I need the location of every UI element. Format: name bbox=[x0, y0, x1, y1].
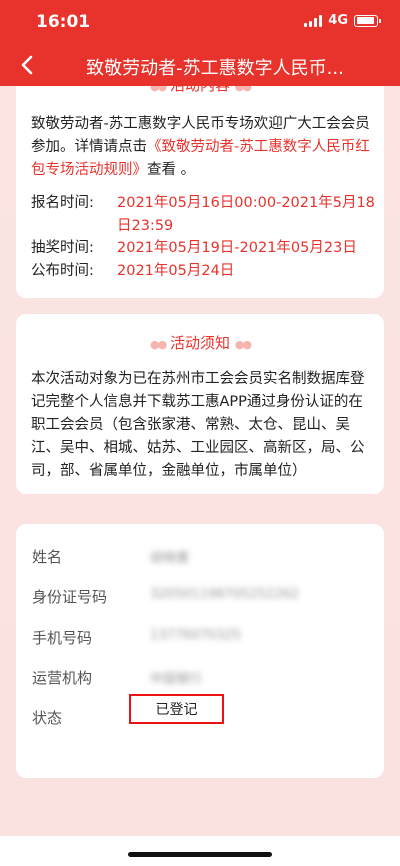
page-title: 致敬劳动者-苏工惠数字人民币... bbox=[86, 58, 344, 79]
user-info-card: 姓名 胡晓蕾 身份证号码 320501198705252262 手机号码 137… bbox=[16, 524, 384, 778]
heading-dots-right-icon: ●● bbox=[234, 338, 252, 351]
lottery-time-row: 抽奖时间: 2021年05月19日-2021年05月23日 bbox=[31, 237, 378, 260]
status-time: 16:01 bbox=[36, 12, 91, 32]
back-button[interactable] bbox=[10, 48, 44, 82]
signup-time-row: 报名时间: 2021年05月16日00:00-2021年5月18日23:59 bbox=[31, 192, 378, 238]
status-label: 状态 bbox=[32, 709, 63, 727]
id-number-label: 身份证号码 bbox=[32, 588, 108, 606]
phone-value: 13776070325 bbox=[150, 628, 241, 643]
announce-time-row: 公布时间: 2021年05月24日 bbox=[31, 260, 378, 283]
name-label: 姓名 bbox=[32, 548, 63, 566]
home-area bbox=[0, 836, 400, 866]
name-row: 姓名 胡晓蕾 bbox=[32, 546, 374, 566]
announce-time-label: 公布时间: bbox=[31, 263, 94, 279]
heading-dots-left-icon: ●● bbox=[150, 86, 167, 93]
status-badge: 已登记 bbox=[129, 694, 224, 724]
lottery-time-value: 2021年05月19日-2021年05月23日 bbox=[117, 240, 357, 256]
name-value: 胡晓蕾 bbox=[150, 551, 190, 566]
chevron-left-icon bbox=[21, 55, 33, 75]
status-bar: 16:01 4G bbox=[0, 0, 400, 44]
phone-row: 手机号码 13776070325 bbox=[32, 627, 374, 647]
signal-icon bbox=[304, 14, 323, 27]
activity-notice-text: 本次活动对象为已在苏州市工会会员实名制数据库登记完整个人信息并下载苏工惠APP通… bbox=[31, 371, 365, 479]
activity-notice-card: ●● 活动须知 ●● 本次活动对象为已在苏州市工会会员实名制数据库登记完整个人信… bbox=[16, 314, 384, 494]
signup-time-label: 报名时间: bbox=[31, 195, 94, 211]
phone-label: 手机号码 bbox=[32, 629, 93, 647]
activity-intro: 致敬劳动者-苏工惠数字人民币专场欢迎广大工会会员参加。详情请点击《致敬劳动者-苏… bbox=[31, 113, 374, 182]
intro-suffix: 查看 。 bbox=[147, 162, 196, 178]
content-area[interactable]: ●● 活动内容 ●● 致敬劳动者-苏工惠数字人民币专场欢迎广大工会会员参加。详情… bbox=[0, 86, 400, 836]
operator-value: 中国银行 bbox=[150, 672, 203, 687]
network-type: 4G bbox=[328, 13, 348, 28]
id-number-row: 身份证号码 320501198705252262 bbox=[32, 586, 374, 606]
id-number-value: 320501198705252262 bbox=[150, 587, 299, 602]
battery-icon bbox=[354, 14, 381, 27]
operator-label: 运营机构 bbox=[32, 669, 93, 687]
status-row: 状态 已登记 bbox=[32, 694, 374, 727]
status-indicators: 4G bbox=[304, 13, 381, 28]
lottery-time-label: 抽奖时间: bbox=[31, 240, 94, 256]
activity-notice-heading: ●● 活动须知 ●● bbox=[150, 334, 252, 352]
announce-time-value: 2021年05月24日 bbox=[117, 263, 235, 279]
heading-dots-left-icon: ●● bbox=[150, 338, 167, 351]
activity-content-card: ●● 活动内容 ●● 致敬劳动者-苏工惠数字人民币专场欢迎广大工会会员参加。详情… bbox=[16, 86, 384, 298]
home-indicator[interactable] bbox=[128, 852, 272, 857]
activity-content-heading: ●● 活动内容 ●● bbox=[16, 86, 384, 95]
nav-bar: 致敬劳动者-苏工惠数字人民币... bbox=[0, 44, 400, 86]
signup-time-value: 2021年05月16日00:00-2021年5月18日23:59 bbox=[117, 195, 375, 234]
operator-row: 运营机构 中国银行 bbox=[32, 667, 374, 687]
heading-dots-right-icon: ●● bbox=[234, 86, 252, 93]
